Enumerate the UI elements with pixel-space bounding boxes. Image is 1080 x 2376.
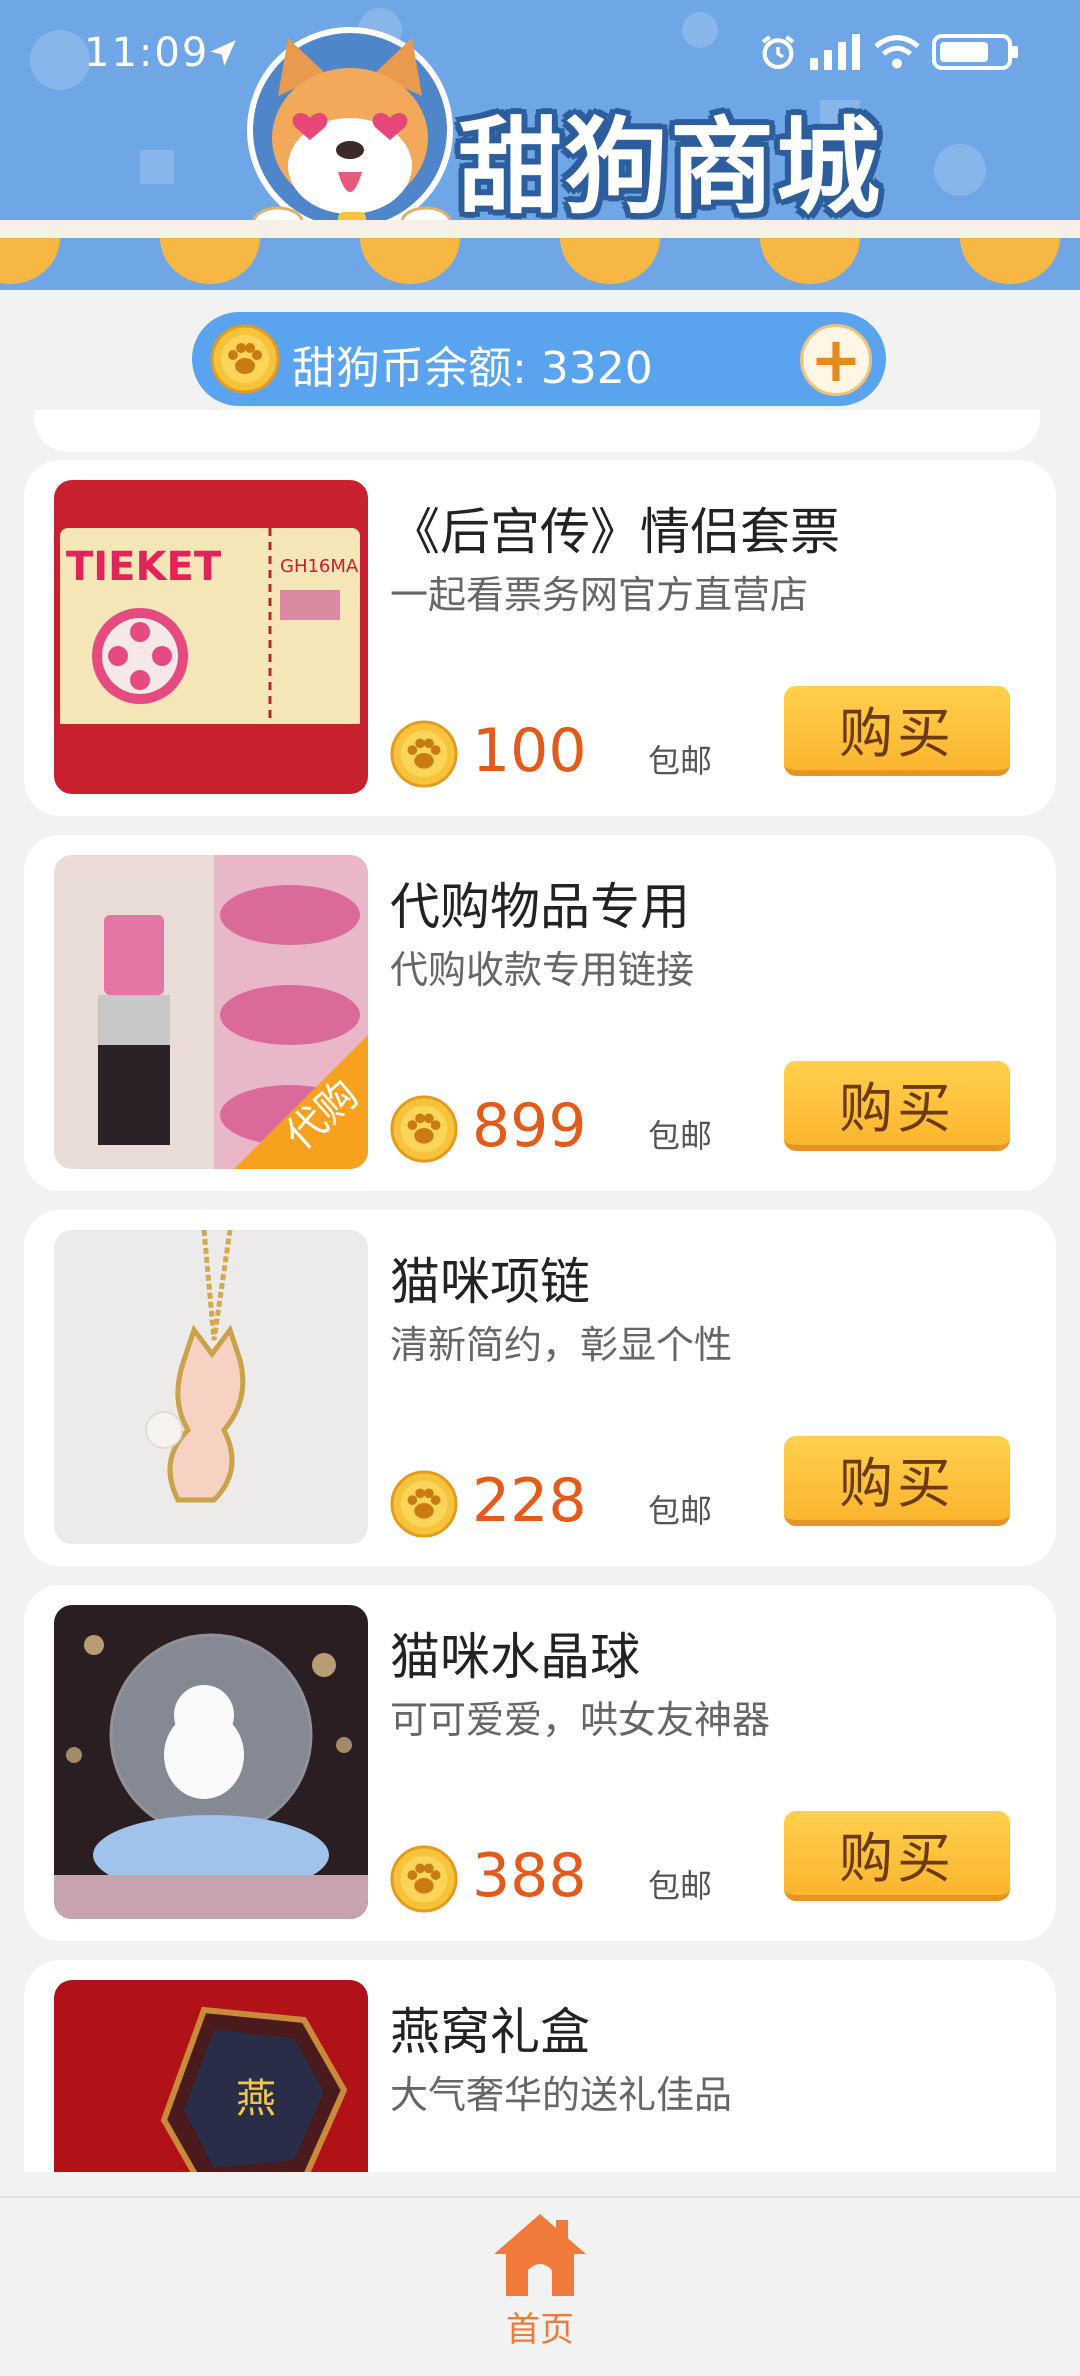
app-title: 甜狗商城: [458, 106, 883, 228]
crystal-ball-image-icon: [54, 1605, 368, 1919]
product-thumbnail: TIEKET GH16MA: [54, 480, 368, 794]
status-time: 11:09: [84, 30, 210, 76]
product-price: 228: [472, 1466, 587, 1536]
product-thumbnail: [54, 1605, 368, 1919]
balance-bar: 甜狗币余额: 3320 +: [192, 312, 886, 406]
product-thumbnail: 燕: [54, 1980, 368, 2172]
paw-coin-icon: [390, 720, 458, 788]
lipstick-image-icon: 代购: [54, 855, 368, 1169]
nav-home-tab[interactable]: 首页: [490, 2210, 590, 2350]
product-price: 899: [472, 1091, 587, 1161]
product-price: 100: [472, 716, 587, 786]
location-arrow-icon: [210, 40, 236, 66]
product-desc: 清新简约，彰显个性: [390, 1323, 733, 1367]
previous-card-edge: [34, 410, 1040, 452]
product-desc: 可可爱爱，哄女友神器: [390, 1698, 771, 1742]
buy-button[interactable]: 购买: [784, 1061, 1010, 1151]
buy-button[interactable]: 购买: [784, 1436, 1010, 1526]
product-thumbnail: 代购: [54, 855, 368, 1169]
box-label: 燕: [236, 2076, 276, 2122]
product-name: 代购物品专用: [390, 878, 690, 936]
product-card[interactable]: 猫咪项链 清新简约，彰显个性 228 包邮 购买: [24, 1210, 1056, 1566]
status-icons: [758, 32, 1022, 72]
birds-nest-gift-box-image-icon: 燕: [54, 1980, 368, 2172]
product-name: 猫咪项链: [390, 1253, 590, 1311]
shipping-label: 包邮: [648, 1867, 713, 1905]
shipping-label: 包邮: [648, 742, 713, 780]
product-name: 猫咪水晶球: [390, 1628, 640, 1686]
signal-icon: [810, 34, 860, 70]
paw-coin-icon: [390, 1095, 458, 1163]
product-list[interactable]: TIEKET GH16MA 《后宫传》情侣套票 一起看票务网官方直营店 100 …: [0, 410, 1080, 2172]
product-card[interactable]: 猫咪水晶球 可可爱爱，哄女友神器 388 包邮 购买: [24, 1585, 1056, 1941]
product-price: 388: [472, 1841, 587, 1911]
app-header: 11:09 甜狗商城: [0, 0, 1080, 290]
paw-coin-icon: [390, 1470, 458, 1538]
product-thumbnail: [54, 1230, 368, 1544]
alarm-icon: [761, 35, 795, 70]
battery-icon: [932, 34, 1018, 70]
add-balance-button[interactable]: +: [800, 324, 872, 396]
product-name: 《后宫传》情侣套票: [390, 503, 840, 561]
product-card[interactable]: 燕 燕窝礼盒 大气奢华的送礼佳品: [24, 1960, 1056, 2172]
shipping-label: 包邮: [648, 1492, 713, 1530]
ticket-image-icon: TIEKET GH16MA: [54, 480, 368, 794]
product-card[interactable]: 代购 代购物品专用 代购收款专用链接 899 包邮 购买: [24, 835, 1056, 1191]
balance-section: 甜狗币余额: 3320 +: [0, 290, 1080, 410]
bottom-navigation: 首页: [0, 2196, 1080, 2376]
ticket-code: GH16MA: [280, 556, 359, 577]
nav-home-label: 首页: [506, 2310, 574, 2350]
paw-coin-icon: [210, 324, 280, 394]
home-icon: [494, 2214, 586, 2296]
awning-decoration: [0, 220, 1080, 284]
product-desc: 一起看票务网官方直营店: [390, 573, 809, 617]
balance-label: 甜狗币余额: 3320: [292, 343, 653, 394]
shipping-label: 包邮: [648, 1117, 713, 1155]
dog-mascot-logo-icon: [247, 27, 453, 238]
product-desc: 大气奢华的送礼佳品: [390, 2073, 733, 2117]
cat-necklace-image-icon: [54, 1230, 368, 1544]
buy-button[interactable]: 购买: [784, 1811, 1010, 1901]
wifi-icon: [874, 35, 920, 69]
product-card[interactable]: TIEKET GH16MA 《后宫传》情侣套票 一起看票务网官方直营店 100 …: [24, 460, 1056, 816]
plus-icon: +: [810, 323, 862, 396]
ticket-text: TIEKET: [66, 544, 222, 590]
buy-button[interactable]: 购买: [784, 686, 1010, 776]
paw-coin-icon: [390, 1845, 458, 1913]
product-name: 燕窝礼盒: [390, 2003, 590, 2061]
product-desc: 代购收款专用链接: [390, 948, 695, 992]
